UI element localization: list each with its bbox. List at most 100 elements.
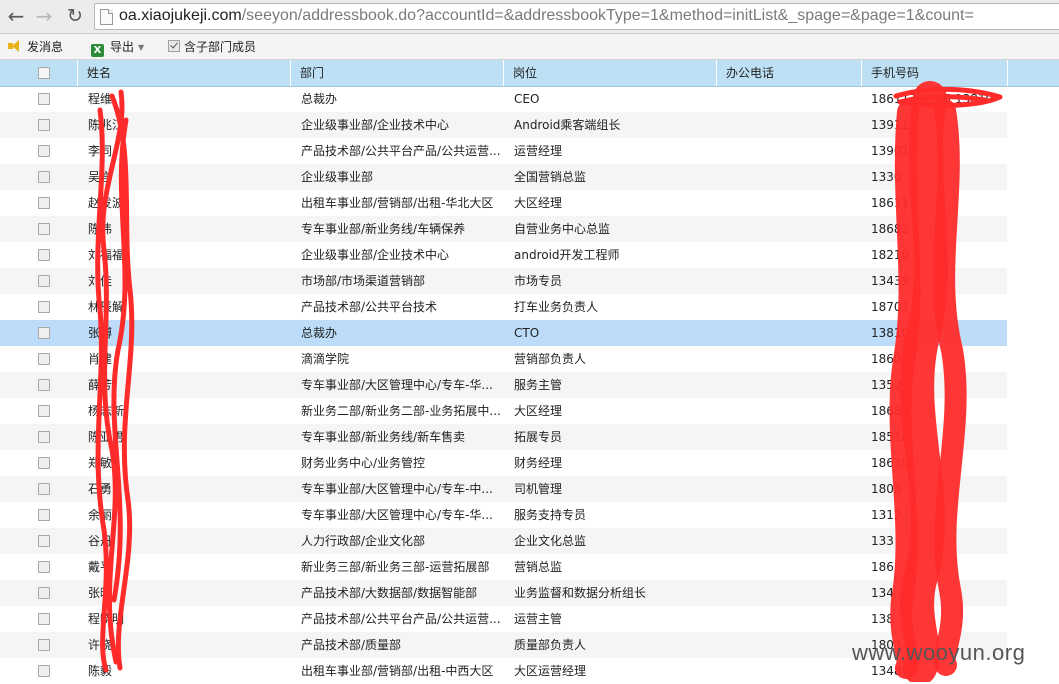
table-row[interactable]: 赵发波 出租车事业部/营销部/出租-华北大区 大区经理 18611 bbox=[0, 190, 1007, 216]
row-checkbox[interactable] bbox=[38, 457, 50, 469]
table-row[interactable]: 陈亚男 专车事业部/新业务线/新车售卖 拓展专员 18518 bbox=[0, 424, 1007, 450]
cell-post: 运营经理 bbox=[514, 144, 563, 158]
row-checkbox[interactable] bbox=[38, 249, 50, 261]
table-row[interactable]: 谷丹 人力行政部/企业文化部 企业文化总监 133 bbox=[0, 528, 1007, 554]
table-row[interactable]: 石勇 专车事业部/大区管理中心/专车-中... 司机管理 1803 bbox=[0, 476, 1007, 502]
cell-mobile: 18610 bbox=[871, 456, 910, 470]
table-row[interactable]: 张晓 产品技术部/大数据部/数据智能部 业务监督和数据分析组长 134 bbox=[0, 580, 1007, 606]
cell-dept: 新业务三部/新业务三部-运营拓展部 bbox=[301, 560, 490, 574]
cell-mobile: 18682 bbox=[871, 222, 910, 236]
cell-post: 大区运营经理 bbox=[514, 664, 587, 678]
table-row[interactable]: 肖建 滴滴学院 营销部负责人 1860 bbox=[0, 346, 1007, 372]
row-checkbox[interactable] bbox=[38, 119, 50, 131]
row-select-cell bbox=[0, 398, 77, 424]
cell-name: 陈兆江 bbox=[88, 118, 125, 132]
table-row[interactable]: 刘福福 企业级事业部/企业技术中心 android开发工程师 18210 bbox=[0, 242, 1007, 268]
cell-name: 赵发波 bbox=[88, 196, 125, 210]
table-row[interactable]: 张博 总裁办 CTO 13810 bbox=[0, 320, 1007, 346]
cell-mobile: 133 bbox=[871, 534, 894, 548]
cell-mobile: 13439 bbox=[871, 274, 910, 288]
url-text[interactable]: oa.xiaojukeji.com/seeyon/addressbook.do?… bbox=[119, 6, 974, 26]
column-header-name[interactable]: 姓名 bbox=[77, 60, 290, 86]
cell-office-phone bbox=[716, 320, 861, 346]
row-checkbox[interactable] bbox=[38, 535, 50, 547]
row-select-cell bbox=[0, 450, 77, 476]
row-checkbox[interactable] bbox=[38, 483, 50, 495]
cell-dept: 新业务二部/新业务二部-业务拓展中... bbox=[301, 404, 501, 418]
column-header-mobile[interactable]: 手机号码 bbox=[861, 60, 1007, 86]
table-row[interactable]: 陈兆江 企业级事业部/企业技术中心 Android乘客端组长 13911 bbox=[0, 112, 1007, 138]
cell-office-phone bbox=[716, 190, 861, 216]
row-checkbox[interactable] bbox=[38, 353, 50, 365]
row-checkbox[interactable] bbox=[38, 327, 50, 339]
cell-post: 全国营销总监 bbox=[514, 170, 587, 184]
row-checkbox[interactable] bbox=[38, 665, 50, 677]
row-checkbox[interactable] bbox=[38, 509, 50, 521]
cell-name: 石勇 bbox=[88, 482, 113, 496]
row-checkbox[interactable] bbox=[38, 93, 50, 105]
table-row[interactable]: 李同 产品技术部/公共平台产品/公共运营... 运营经理 13901 bbox=[0, 138, 1007, 164]
cell-name: 肖建 bbox=[88, 352, 113, 366]
column-header-dept[interactable]: 部门 bbox=[290, 60, 503, 86]
table-row[interactable]: 余丽 专车事业部/大区管理中心/专车-华... 服务支持专员 1312 bbox=[0, 502, 1007, 528]
row-select-cell bbox=[0, 658, 77, 684]
table-row[interactable]: 程维 总裁办 CEO 186117966 5 13810 bbox=[0, 86, 1007, 112]
row-checkbox[interactable] bbox=[38, 613, 50, 625]
table-row[interactable]: 薛芳 专车事业部/大区管理中心/专车-华... 服务主管 13521 bbox=[0, 372, 1007, 398]
reload-icon[interactable]: ↻ bbox=[63, 4, 87, 28]
table-row[interactable]: 杨志新 新业务二部/新业务二部-业务拓展中... 大区经理 18682 bbox=[0, 398, 1007, 424]
arrow-right-icon[interactable]: → bbox=[32, 4, 56, 28]
row-select-cell bbox=[0, 112, 77, 138]
cell-dept: 专车事业部/大区管理中心/专车-中... bbox=[301, 482, 493, 496]
cell-name: 谷丹 bbox=[88, 534, 113, 548]
row-checkbox[interactable] bbox=[38, 223, 50, 235]
table-row[interactable]: 林辰解 产品技术部/公共平台技术 打车业务负责人 18701 bbox=[0, 294, 1007, 320]
table-row[interactable]: 戴平 新业务三部/新业务三部-运营拓展部 营销总监 186 bbox=[0, 554, 1007, 580]
send-message-button[interactable]: 发消息 bbox=[8, 38, 63, 56]
cell-office-phone bbox=[716, 502, 861, 528]
table-row[interactable]: 刘佳 市场部/市场渠道营销部 市场专员 13439 bbox=[0, 268, 1007, 294]
row-checkbox[interactable] bbox=[38, 275, 50, 287]
include-sub-dept-checkbox[interactable] bbox=[168, 40, 180, 52]
row-select-cell bbox=[0, 164, 77, 190]
include-sub-dept-label: 含子部门成员 bbox=[184, 40, 257, 54]
row-checkbox[interactable] bbox=[38, 405, 50, 417]
cell-name: 郑敏 bbox=[88, 456, 113, 470]
cell-name: 薛芳 bbox=[88, 378, 113, 392]
cell-dept: 人力行政部/企业文化部 bbox=[301, 534, 426, 548]
row-select-cell bbox=[0, 580, 77, 606]
include-sub-dept-toggle[interactable]: 含子部门成员 bbox=[168, 38, 256, 56]
export-button[interactable]: X 导出 ▼ bbox=[91, 38, 145, 57]
row-checkbox[interactable] bbox=[38, 145, 50, 157]
row-checkbox[interactable] bbox=[38, 197, 50, 209]
column-header-post[interactable]: 岗位 bbox=[503, 60, 716, 86]
cell-dept: 专车事业部/新业务线/车辆保养 bbox=[301, 222, 466, 236]
cell-name: 李同 bbox=[88, 144, 113, 158]
cell-office-phone bbox=[716, 528, 861, 554]
cell-post: 服务支持专员 bbox=[514, 508, 587, 522]
select-all-checkbox[interactable] bbox=[38, 67, 50, 79]
row-checkbox[interactable] bbox=[38, 587, 50, 599]
arrow-left-icon[interactable]: ← bbox=[4, 4, 28, 28]
cell-name: 戴平 bbox=[88, 560, 113, 574]
row-checkbox[interactable] bbox=[38, 431, 50, 443]
row-checkbox[interactable] bbox=[38, 171, 50, 183]
app-toolbar: 发消息 X 导出 ▼ 含子部门成员 bbox=[0, 34, 1059, 60]
cell-mobile: 18701 bbox=[871, 300, 910, 314]
column-header-office-phone[interactable]: 办公电话 bbox=[716, 60, 861, 86]
row-select-cell bbox=[0, 190, 77, 216]
address-bar[interactable]: oa.xiaojukeji.com/seeyon/addressbook.do?… bbox=[94, 3, 1059, 30]
cell-name: 张博 bbox=[88, 326, 113, 340]
cell-dept: 总裁办 bbox=[301, 92, 338, 106]
row-checkbox[interactable] bbox=[38, 379, 50, 391]
row-checkbox[interactable] bbox=[38, 639, 50, 651]
table-row[interactable]: 郑敏 财务业务中心/业务管控 财务经理 18610 bbox=[0, 450, 1007, 476]
chevron-down-icon: ▼ bbox=[138, 43, 145, 52]
table-row[interactable]: 陈伟 专车事业部/新业务线/车辆保养 自营业务中心总监 18682 bbox=[0, 216, 1007, 242]
row-checkbox[interactable] bbox=[38, 301, 50, 313]
watermark: www.wooyun.org bbox=[852, 640, 1026, 665]
row-checkbox[interactable] bbox=[38, 561, 50, 573]
table-row[interactable]: 吴言 企业级事业部 全国营销总监 1330 bbox=[0, 164, 1007, 190]
table-row[interactable]: 程晓明 产品技术部/公共平台产品/公共运营... 运营主管 138 bbox=[0, 606, 1007, 632]
row-select-cell bbox=[0, 502, 77, 528]
